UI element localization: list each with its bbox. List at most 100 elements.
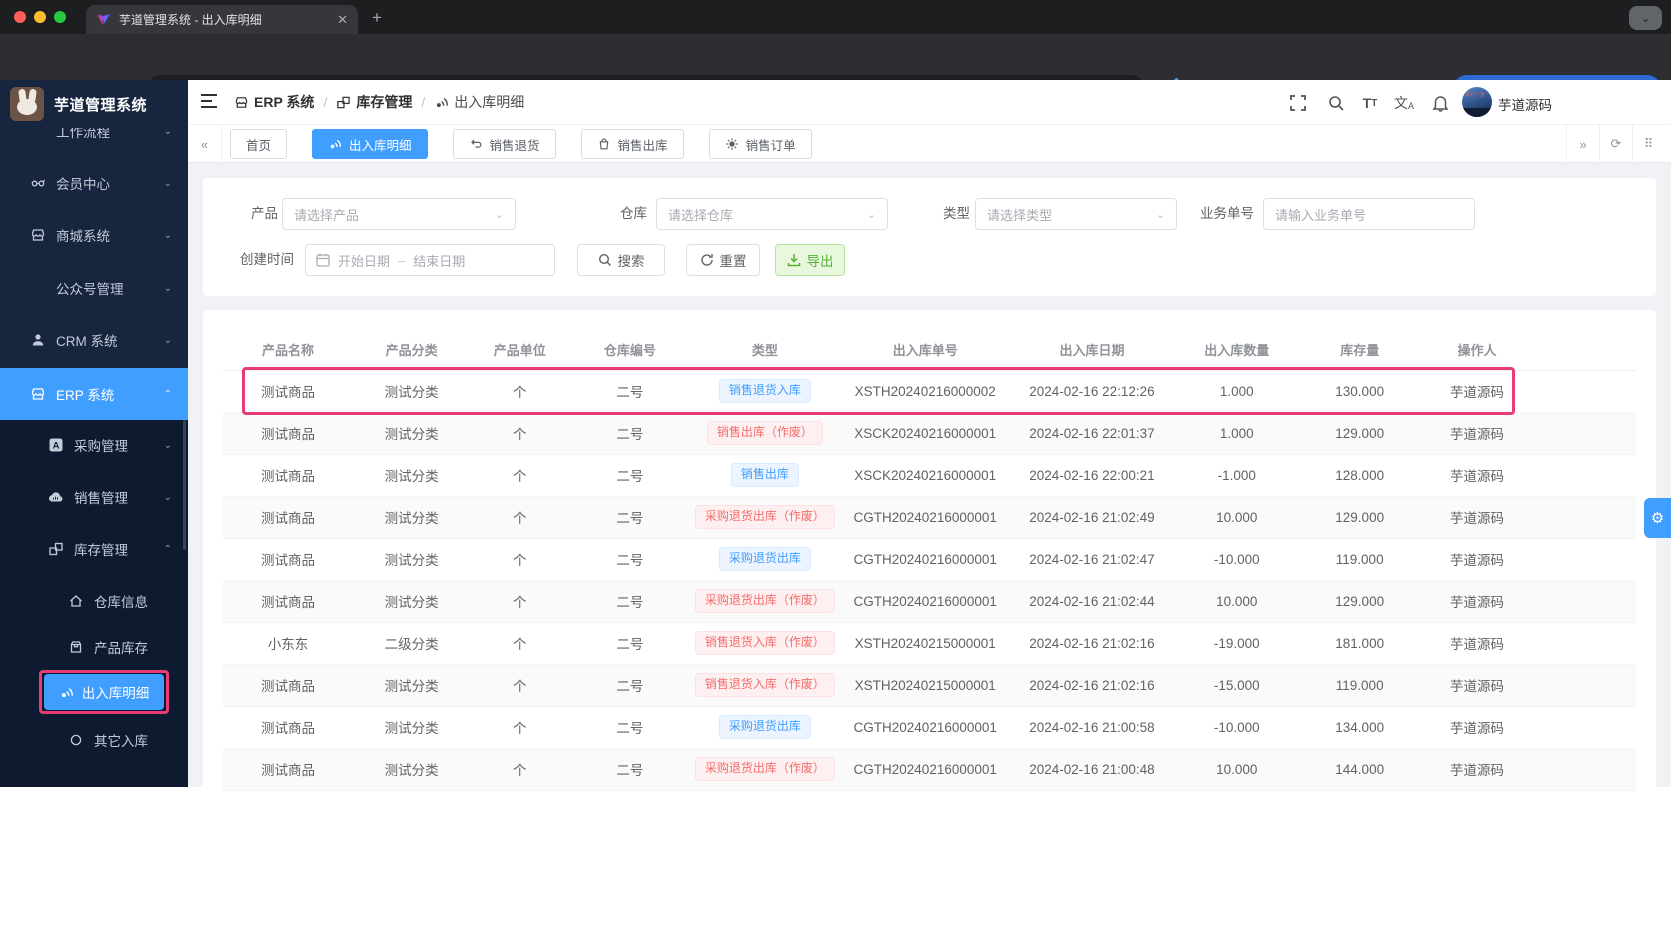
hamburger-menu-icon[interactable] (200, 93, 218, 109)
sidebar-item-label: 其它入库 (94, 734, 148, 749)
table-row-highlighted: 测试商品 测试分类个二号 销售退货入库 XSTH20240216000002 2024-… (223, 370, 1636, 413)
sidebar-scrollbar[interactable] (183, 420, 186, 550)
warehouse-select[interactable]: 请选择仓库 ⌄ (656, 198, 888, 230)
sidebar-item-warehouse-info[interactable]: 仓库信息 (0, 578, 188, 624)
type-tag: 销售退货入库（作废） (694, 631, 835, 655)
cell-quantity: -10.000 (1172, 538, 1302, 581)
browser-tab[interactable]: 芋道管理系统 - 出入库明细 ✕ (86, 5, 358, 34)
cell-quantity: 10.000 (1172, 748, 1302, 791)
create-time-range-picker[interactable]: 开始日期 – 结束日期 (305, 244, 555, 276)
product-select[interactable]: 请选择产品 ⌄ (282, 198, 516, 230)
cubes-icon (336, 95, 351, 110)
username[interactable]: 芋道源码 (1498, 94, 1552, 114)
cell-order_no: XSCK20240216000001 (839, 454, 1012, 497)
window-close-button[interactable] (14, 11, 26, 23)
cell-order_no: XSTH20240216000002 (839, 370, 1012, 413)
cell-stock: 134.000 (1301, 706, 1419, 749)
cell-warehouse: 二号 (569, 538, 691, 581)
sidebar-item-stock-record[interactable]: 出入库明细 (44, 674, 164, 710)
sidebar-item-purchase-mgmt[interactable]: A 采购管理 ⌄ (0, 419, 188, 471)
order-no-input[interactable]: 请输入业务单号 (1263, 198, 1475, 230)
calendar-icon (316, 253, 330, 267)
cubes-icon (48, 541, 64, 557)
tab-sales-out[interactable]: 销售出库 (580, 129, 684, 159)
cell-product: 测试商品 (223, 454, 353, 497)
font-size-icon[interactable]: TT (1360, 93, 1380, 113)
sidebar-item-label: ERP 系统 (56, 388, 115, 403)
tabs-scroll-right-icon[interactable]: » (1566, 125, 1599, 163)
tabs-scroll-left-icon[interactable]: « (188, 125, 222, 163)
sidebar-item-member-center[interactable]: 会员中心 ⌄ (0, 157, 188, 209)
cell-category: 二级分类 (352, 622, 471, 665)
cell-date: 2024-02-16 21:02:47 (1011, 538, 1173, 581)
cell-unit: 个 (470, 538, 570, 581)
translate-icon[interactable]: 文A (1394, 93, 1414, 113)
table-row: 测试商品 测试分类个二号 采购退货出库（作废） CGTH20240216000001 2… (223, 748, 1636, 791)
breadcrumb-item[interactable]: ERP 系统 (234, 92, 314, 112)
breadcrumb-label: 出入库明细 (454, 94, 525, 110)
tab-title: 芋道管理系统 - 出入库明细 (119, 13, 262, 27)
search-icon (598, 253, 612, 267)
search-button[interactable]: 搜索 (577, 244, 665, 276)
sidebar-item-label: 会员中心 (56, 177, 110, 192)
user-avatar[interactable]: 文心一言 (1462, 87, 1492, 117)
type-tag: 采购退货出库（作废） (694, 589, 835, 613)
cell-type: 采购退货出库（作废） (690, 748, 840, 791)
cell-quantity: -19.000 (1172, 622, 1302, 665)
column-header-7: 出入库数量 (1172, 330, 1302, 371)
sidebar-item-erp-system[interactable]: ERP 系统 ⌃ (0, 368, 188, 420)
box-icon (68, 639, 84, 655)
export-button[interactable]: 导出 (775, 244, 845, 276)
breadcrumb-item[interactable]: 库存管理 (336, 92, 412, 112)
tab-sales-order[interactable]: 销售订单 (708, 129, 812, 159)
cell-order_no: XSCK20240216000001 (839, 412, 1012, 455)
cell-unit: 个 (470, 580, 570, 623)
window-maximize-button[interactable] (54, 11, 66, 23)
fullscreen-icon[interactable] (1288, 93, 1308, 113)
sidebar-item-stock-mgmt[interactable]: 库存管理 ⌃ (0, 523, 188, 575)
notification-bell-icon[interactable] (1430, 93, 1450, 113)
sidebar-item-mp-admin[interactable]: 公众号管理 ⌄ (0, 262, 188, 314)
app-logo (10, 87, 44, 121)
order-no-filter-label: 业务单号 (1200, 206, 1254, 221)
tab-overview-chevron-icon[interactable]: ⌄ (1629, 6, 1662, 30)
column-header-9: 操作人 (1418, 330, 1536, 371)
sidebar-item-crm-system[interactable]: CRM 系统 ⌄ (0, 314, 188, 366)
chevron-down-icon: ⌄ (494, 208, 504, 221)
cell-type: 销售退货入库 (690, 370, 840, 413)
sidebar-item-other-stock-in[interactable]: 其它入库 (0, 717, 188, 763)
chevron-down-icon: ⌄ (1155, 208, 1165, 221)
reset-button[interactable]: 重置 (686, 244, 760, 276)
stock-record-table-card: 产品名称 产品分类 产品单位 仓库编号 类型 出入库单号 出入库日期 出入库数量 库存量 操作人 … (203, 310, 1656, 950)
breadcrumb-item[interactable]: 出入库明细 (434, 92, 524, 112)
cell-product: 测试商品 (223, 538, 353, 581)
cell-unit: 个 (470, 622, 570, 665)
tab-sales-return[interactable]: 销售退货 (452, 129, 556, 159)
download-icon (787, 253, 801, 267)
sidebar-item-mall-system[interactable]: 商城系统 ⌄ (0, 209, 188, 261)
cell-operator: 芋道源码 (1418, 664, 1536, 707)
sidebar-item-sales-mgmt[interactable]: 销售管理 ⌄ (0, 471, 188, 523)
cell-category: 测试分类 (352, 664, 471, 707)
new-tab-button[interactable]: + (372, 8, 382, 28)
search-icon[interactable] (1326, 93, 1346, 113)
cell-category: 测试分类 (352, 370, 471, 413)
member-icon (30, 175, 46, 191)
tab-home[interactable]: 首页 (230, 129, 288, 159)
tab-stock-record[interactable]: 出入库明细 (312, 129, 428, 159)
type-filter-label: 类型 (943, 206, 970, 221)
settings-gear-button[interactable]: ⚙ (1644, 498, 1671, 538)
tab-close-icon[interactable]: ✕ (337, 12, 348, 28)
tabs-layout-grid-icon[interactable]: ⠿ (1632, 125, 1665, 163)
sidebar-item-product-stock[interactable]: 产品库存 (0, 624, 188, 670)
bag-icon (597, 137, 611, 151)
type-select[interactable]: 请选择类型 ⌄ (975, 198, 1177, 230)
app-title: 芋道管理系统 (54, 96, 148, 114)
window-minimize-button[interactable] (34, 11, 46, 23)
date-end-placeholder: 结束日期 (413, 253, 466, 269)
tabs-refresh-icon[interactable]: ⟳ (1599, 125, 1632, 163)
cell-date: 2024-02-16 21:02:16 (1011, 622, 1173, 665)
app-logo-row[interactable]: 芋道管理系统 (0, 80, 188, 128)
table-row: 测试商品 测试分类个二号 销售退货入库（作废） XSTH20240215000001 2… (223, 664, 1636, 707)
cell-quantity: 10.000 (1172, 580, 1302, 623)
